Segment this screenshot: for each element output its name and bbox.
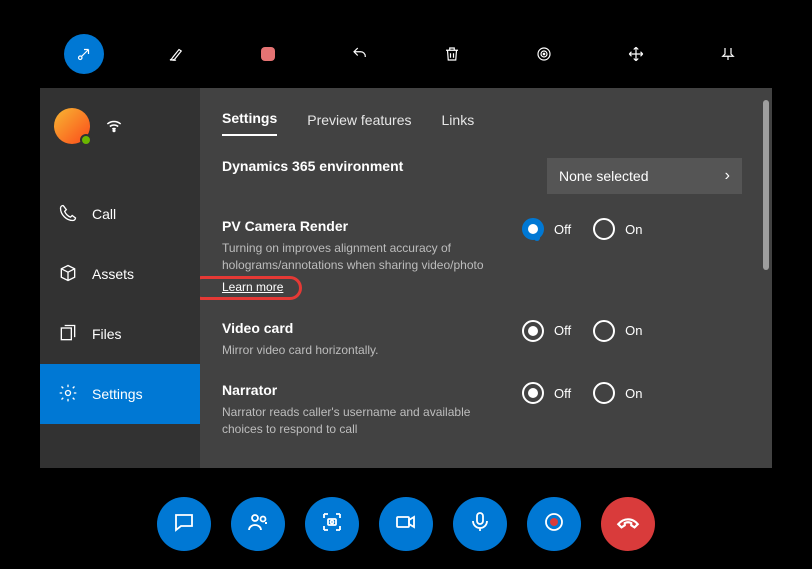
pin-tool-button[interactable] <box>708 34 748 74</box>
delete-tool-button[interactable] <box>432 34 472 74</box>
radio-label: Off <box>554 323 571 338</box>
phone-icon <box>58 203 78 226</box>
sidebar-items: Call Assets Files <box>40 184 200 424</box>
setting-title: Narrator <box>222 382 506 398</box>
setting-title: Dynamics 365 environment <box>222 158 506 174</box>
radio-label: On <box>625 222 642 237</box>
tab-settings[interactable]: Settings <box>222 110 277 136</box>
sidebar: Call Assets Files <box>40 88 200 468</box>
setting-video-card: Video card Mirror video card horizontall… <box>222 320 742 359</box>
camera-focus-icon <box>320 510 344 539</box>
video-button[interactable] <box>379 497 433 551</box>
wifi-icon <box>104 114 124 139</box>
target-tool-button[interactable] <box>524 34 564 74</box>
sidebar-item-settings[interactable]: Settings <box>40 364 200 424</box>
cube-icon <box>58 263 78 286</box>
settings-window: Call Assets Files <box>40 88 772 468</box>
hangup-button[interactable] <box>601 497 655 551</box>
radio-label: On <box>625 386 642 401</box>
tab-preview-features[interactable]: Preview features <box>307 112 411 136</box>
radio-label: Off <box>554 386 571 401</box>
sidebar-item-label: Settings <box>92 386 143 402</box>
sidebar-item-label: Call <box>92 206 116 222</box>
snapshot-button[interactable] <box>305 497 359 551</box>
chat-icon <box>172 510 196 539</box>
pv-off-radio[interactable]: Off <box>522 218 571 240</box>
stop-tool-button[interactable] <box>248 34 288 74</box>
setting-narrator: Narrator Narrator reads caller's usernam… <box>222 382 742 438</box>
trash-icon <box>443 45 461 63</box>
setting-title: PV Camera Render <box>222 218 506 234</box>
setting-desc: Narrator reads caller's username and ava… <box>222 404 506 438</box>
mic-button[interactable] <box>453 497 507 551</box>
video-icon <box>394 510 418 539</box>
move-icon <box>627 45 645 63</box>
tab-links[interactable]: Links <box>442 112 475 136</box>
select-value: None selected <box>559 168 649 184</box>
radio-label: On <box>625 323 642 338</box>
hangup-icon <box>615 509 641 540</box>
ink-tool-button[interactable] <box>156 34 196 74</box>
radio-label: Off <box>554 222 571 237</box>
learn-more-link[interactable]: Learn more <box>222 280 283 294</box>
chevron-right-icon: › <box>725 167 730 185</box>
top-toolbar <box>0 32 812 76</box>
stop-icon <box>260 46 276 62</box>
record-icon <box>542 510 566 539</box>
pv-on-radio[interactable]: On <box>593 218 642 240</box>
setting-title: Video card <box>222 320 506 336</box>
sidebar-item-label: Assets <box>92 266 134 282</box>
move-tool-button[interactable] <box>616 34 656 74</box>
arrow-icon <box>75 45 93 63</box>
sidebar-item-assets[interactable]: Assets <box>40 244 200 304</box>
people-icon <box>246 510 270 539</box>
narrator-off-radio[interactable]: Off <box>522 382 571 404</box>
sidebar-item-label: Files <box>92 326 122 342</box>
contacts-button[interactable] <box>231 497 285 551</box>
setting-desc: Mirror video card horizontally. <box>222 342 506 359</box>
content-panel: Settings Preview features Links Dynamics… <box>200 88 772 468</box>
undo-icon <box>351 45 369 63</box>
arrow-tool-button[interactable] <box>64 34 104 74</box>
undo-tool-button[interactable] <box>340 34 380 74</box>
presence-badge <box>80 134 92 146</box>
tabs: Settings Preview features Links <box>222 106 750 136</box>
pin-icon <box>719 45 737 63</box>
setting-pv-camera: PV Camera Render Turning on improves ali… <box>222 218 742 296</box>
pen-icon <box>167 45 185 63</box>
video-off-radio[interactable]: Off <box>522 320 571 342</box>
setting-desc: Turning on improves alignment accuracy o… <box>222 240 506 274</box>
target-icon <box>535 45 553 63</box>
setting-environment: Dynamics 365 environment None selected › <box>222 158 742 194</box>
avatar[interactable] <box>54 108 90 144</box>
narrator-on-radio[interactable]: On <box>593 382 642 404</box>
settings-body: Dynamics 365 environment None selected ›… <box>222 158 750 438</box>
environment-select[interactable]: None selected › <box>547 158 742 194</box>
files-icon <box>58 323 78 346</box>
video-on-radio[interactable]: On <box>593 320 642 342</box>
bottom-action-bar <box>0 497 812 551</box>
sidebar-header <box>40 88 200 144</box>
scrollbar-thumb[interactable] <box>763 100 769 270</box>
sidebar-item-call[interactable]: Call <box>40 184 200 244</box>
mic-icon <box>468 510 492 539</box>
chat-button[interactable] <box>157 497 211 551</box>
sidebar-item-files[interactable]: Files <box>40 304 200 364</box>
record-button[interactable] <box>527 497 581 551</box>
scrollbar[interactable] <box>763 94 769 462</box>
gear-icon <box>58 383 78 406</box>
